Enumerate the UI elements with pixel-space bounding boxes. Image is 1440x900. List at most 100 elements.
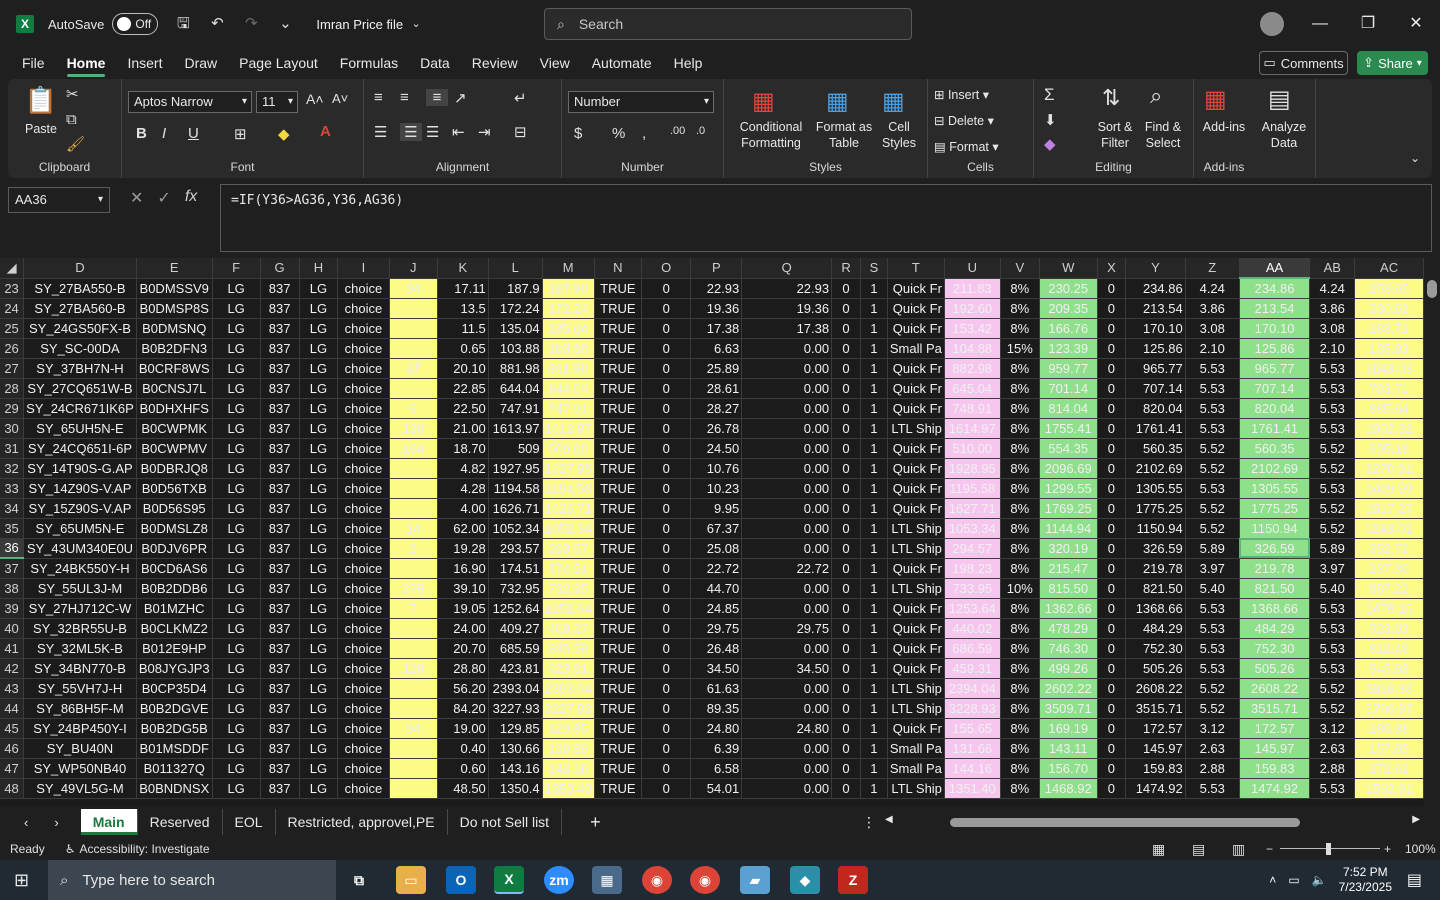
cell[interactable]: 2270.91 <box>1354 458 1424 479</box>
calculator-icon[interactable]: ▦ <box>592 866 622 894</box>
cell[interactable]: 0 <box>831 658 861 679</box>
cell[interactable]: 172.57 <box>1239 718 1311 739</box>
cell[interactable]: choice <box>337 458 390 479</box>
cell-styles-button[interactable]: Cell Styles <box>874 119 924 151</box>
copy-icon[interactable]: ⧉ <box>66 111 77 128</box>
cell[interactable]: 169.19 <box>1039 718 1098 739</box>
cell[interactable]: 2 <box>389 538 438 559</box>
cell[interactable]: 4.28 <box>437 478 489 499</box>
cell[interactable]: Small Pa <box>887 338 945 359</box>
cell[interactable]: 1 <box>860 758 888 779</box>
tab-view[interactable]: View <box>540 55 570 71</box>
column-header[interactable]: V <box>1000 258 1040 279</box>
cell[interactable]: 153.42 <box>944 318 1001 339</box>
cell[interactable]: 0 <box>641 778 692 799</box>
cell[interactable]: 61.63 <box>690 678 743 699</box>
cell[interactable]: 0 <box>641 438 692 459</box>
cell[interactable]: 3515.71 <box>1239 698 1311 719</box>
cell[interactable]: choice <box>337 658 390 679</box>
cell[interactable]: 34.50 <box>690 658 743 679</box>
cell[interactable]: 8% <box>1000 778 1040 799</box>
cell[interactable]: 0 <box>831 438 861 459</box>
analyze-data-button[interactable]: Analyze Data <box>1254 119 1314 151</box>
cell[interactable]: 2.63 <box>1309 738 1356 759</box>
fill-icon[interactable]: ⬇ <box>1044 111 1057 129</box>
column-header[interactable]: X <box>1097 258 1127 279</box>
cell[interactable]: 166.76 <box>1039 318 1098 339</box>
cell[interactable]: 701.14 <box>1039 378 1098 399</box>
cell[interactable]: LG <box>212 378 261 399</box>
cell[interactable]: 0 <box>831 478 861 499</box>
cell[interactable]: LG <box>299 538 339 559</box>
cell[interactable]: 2096.69 <box>1039 458 1098 479</box>
format-as-table-button[interactable]: Format as Table <box>814 119 874 151</box>
cell[interactable]: 0 <box>831 498 861 519</box>
cell[interactable]: 1194.58 <box>542 478 595 499</box>
customize-qat-icon[interactable]: ⌄ <box>276 15 294 33</box>
cell[interactable]: 8% <box>1000 418 1040 439</box>
cell[interactable]: B0DBRJQ8 <box>136 458 213 479</box>
tab-formulas[interactable]: Formulas <box>340 55 398 71</box>
cell[interactable]: LG <box>212 758 261 779</box>
cell[interactable]: 164 <box>389 438 438 459</box>
cell[interactable]: 13.5 <box>437 298 489 319</box>
cell[interactable]: TRUE <box>594 358 643 379</box>
column-header[interactable]: T <box>887 258 945 279</box>
cell[interactable]: 172.24 <box>488 298 543 319</box>
column-header[interactable]: W <box>1039 258 1098 279</box>
format-cells-button[interactable]: ▤ Format ▾ <box>934 139 1024 155</box>
cell[interactable]: 8% <box>1000 738 1040 759</box>
cell[interactable]: 1253.64 <box>944 598 1001 619</box>
cell[interactable]: 8% <box>1000 698 1040 719</box>
column-header[interactable]: AB <box>1309 258 1356 279</box>
cell[interactable]: 0 <box>831 618 861 639</box>
cell[interactable]: 837 <box>260 618 300 639</box>
cell[interactable]: 837 <box>260 778 300 799</box>
cell[interactable]: 5.52 <box>1309 458 1356 479</box>
cell[interactable]: LG <box>212 418 261 439</box>
cell[interactable]: 1761.41 <box>1239 418 1311 439</box>
cell[interactable]: LTL Ship <box>887 518 945 539</box>
cell[interactable]: 0 <box>831 678 861 699</box>
cell[interactable]: 5.52 <box>1309 438 1356 459</box>
cell[interactable]: 499.26 <box>1039 658 1098 679</box>
cell[interactable]: B0B2DDB6 <box>136 578 213 599</box>
cell[interactable]: 20.70 <box>437 638 489 659</box>
tab-help[interactable]: Help <box>674 55 703 71</box>
task-view-icon[interactable]: ⧉ <box>344 866 374 894</box>
row-header[interactable]: 28 <box>0 378 25 399</box>
cell[interactable]: 5.53 <box>1309 638 1356 659</box>
select-all-corner[interactable]: ◢ <box>0 258 25 279</box>
column-header[interactable]: N <box>594 258 643 279</box>
cell[interactable]: 2393.04 <box>488 678 543 699</box>
cell[interactable]: 2816.88 <box>1354 678 1424 699</box>
cell[interactable]: 0 <box>641 558 692 579</box>
cell[interactable] <box>389 618 438 639</box>
cell[interactable]: 8% <box>1000 458 1040 479</box>
cell[interactable]: 8% <box>1000 618 1040 639</box>
cell[interactable]: 24.00 <box>437 618 489 639</box>
number-format-select[interactable]: Number ▾ <box>568 91 714 113</box>
cell[interactable]: LG <box>299 718 339 739</box>
cell[interactable]: B0B2DG5B <box>136 718 213 739</box>
cell[interactable]: 1350.40 <box>542 778 595 799</box>
cell[interactable]: 1195.58 <box>944 478 1001 499</box>
cell[interactable]: 965.77 <box>1239 358 1311 379</box>
cell[interactable]: 1 <box>860 598 888 619</box>
cell[interactable]: 16.90 <box>437 558 489 579</box>
cell[interactable]: 174.51 <box>542 558 595 579</box>
cell[interactable]: 0 <box>641 698 692 719</box>
cell[interactable]: B012E9HP <box>136 638 213 659</box>
cell[interactable]: 0.00 <box>741 438 833 459</box>
cell[interactable]: 0 <box>1097 318 1127 339</box>
cell[interactable]: SY_27HJ712C-W <box>23 598 137 619</box>
cell[interactable]: LG <box>299 498 339 519</box>
cell[interactable]: B0DHXHFS <box>136 398 213 419</box>
formula-input[interactable]: =IF(Y36>AG36,Y36,AG36) <box>220 184 1432 252</box>
cell[interactable]: SY_34BN770-B <box>23 658 137 679</box>
cell[interactable]: 0 <box>1097 518 1127 539</box>
cell[interactable]: B011327Q <box>136 758 213 779</box>
cell[interactable]: 230.25 <box>1039 278 1098 299</box>
cell[interactable]: Quick Fr <box>887 638 945 659</box>
tab-data[interactable]: Data <box>420 55 450 71</box>
